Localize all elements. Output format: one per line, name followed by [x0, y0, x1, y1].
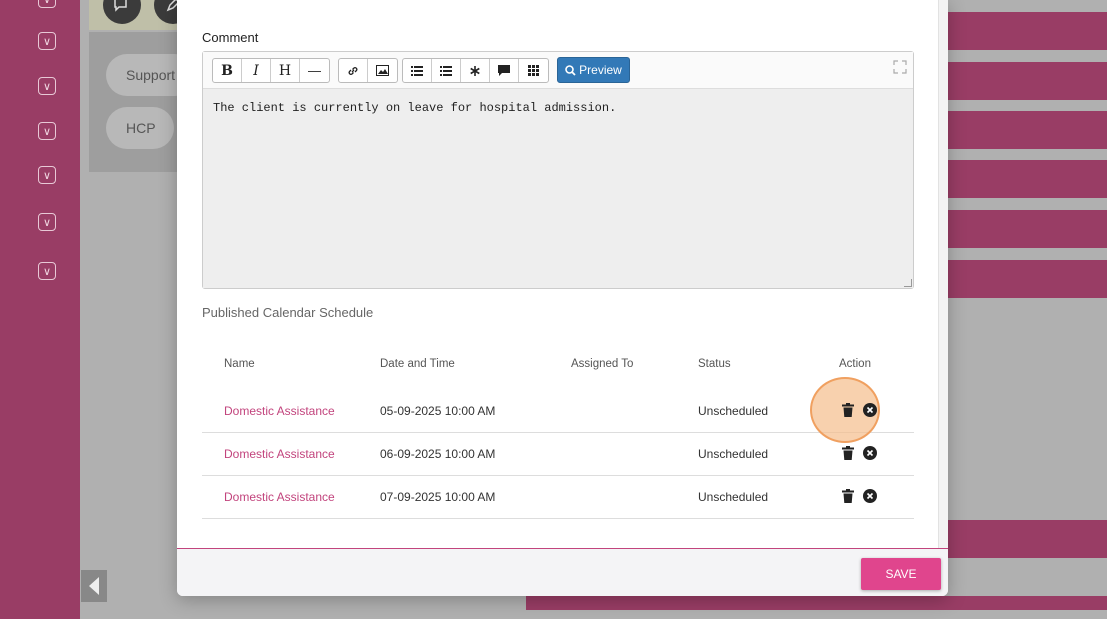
cancel-icon[interactable] [863, 446, 877, 460]
preview-label: Preview [579, 63, 622, 77]
chevron-down-icon[interactable]: ∨ [38, 0, 56, 8]
service-name-link[interactable]: Domestic Assistance [224, 490, 335, 504]
column-header-action: Action [839, 358, 871, 370]
column-header-assigned: Assigned To [571, 358, 634, 370]
resize-handle[interactable] [904, 279, 912, 287]
image-icon [376, 65, 389, 76]
comment-label: Comment [202, 30, 259, 45]
background-panel [89, 32, 189, 172]
bg-pill-hcp[interactable]: HCP [106, 107, 174, 149]
service-name-link[interactable]: Domestic Assistance [224, 447, 335, 461]
insert-group [338, 58, 398, 83]
background-row [948, 62, 1107, 100]
background-row [948, 12, 1107, 50]
markdown-editor: B I H — Preview The client is currently … [202, 51, 914, 289]
grid-icon [528, 65, 539, 76]
preview-button[interactable]: Preview [557, 57, 630, 83]
left-sidebar: ∨ ∨ ∨ ∨ ∨ ∨ ∨ [0, 0, 80, 619]
chevron-down-icon[interactable]: ∨ [38, 213, 56, 231]
chevron-down-icon[interactable]: ∨ [38, 262, 56, 280]
editor-toolbar: B I H — Preview [203, 52, 913, 89]
chevron-down-icon[interactable]: ∨ [38, 122, 56, 140]
image-button[interactable] [368, 59, 397, 82]
save-button[interactable]: SAVE [861, 558, 941, 590]
numbered-list-icon [440, 65, 452, 76]
horizontal-rule-button[interactable]: — [300, 59, 329, 82]
chevron-down-icon[interactable]: ∨ [38, 166, 56, 184]
column-header-name: Name [224, 358, 255, 370]
cancel-icon[interactable] [863, 489, 877, 503]
modal-footer: SAVE [177, 548, 948, 596]
schedule-section-title: Published Calendar Schedule [202, 305, 374, 320]
asterisk-icon [470, 65, 480, 76]
table-row: Domestic Assistance 07-09-2025 10:00 AM … [202, 476, 914, 519]
datetime-cell: 07-09-2025 10:00 AM [380, 490, 496, 504]
comment-textarea[interactable]: The client is currently on leave for hos… [203, 89, 913, 288]
bold-button[interactable]: B [213, 59, 242, 82]
background-bottom-bar [526, 596, 1107, 610]
service-name-link[interactable]: Domestic Assistance [224, 404, 335, 418]
datetime-cell: 06-09-2025 10:00 AM [380, 447, 496, 461]
column-header-status: Status [698, 358, 731, 370]
trash-icon[interactable] [842, 489, 854, 503]
link-button[interactable] [339, 59, 368, 82]
background-row [948, 210, 1107, 248]
table-row: Domestic Assistance 05-09-2025 10:00 AM … [202, 390, 914, 433]
quote-button[interactable] [490, 59, 519, 82]
background-row [948, 260, 1107, 298]
background-row [948, 520, 1107, 558]
column-header-datetime: Date and Time [380, 358, 455, 370]
status-cell: Unscheduled [698, 404, 769, 418]
chevron-down-icon[interactable]: ∨ [38, 77, 56, 95]
trash-icon[interactable] [842, 446, 854, 460]
cancel-icon[interactable] [863, 403, 877, 417]
comment-modal: Comment B I H — Preview The client is cu… [177, 0, 948, 596]
link-icon [348, 66, 358, 75]
table-button[interactable] [519, 59, 548, 82]
trash-icon[interactable] [842, 403, 854, 417]
status-cell: Unscheduled [698, 490, 769, 504]
search-icon [565, 64, 576, 76]
modal-scrollbar[interactable] [938, 0, 948, 548]
table-row: Domestic Assistance 06-09-2025 10:00 AM … [202, 433, 914, 476]
italic-button[interactable]: I [242, 59, 271, 82]
asterisk-button[interactable] [461, 59, 490, 82]
format-group: B I H — [212, 58, 330, 83]
collapse-arrow-icon[interactable] [81, 570, 107, 602]
bullet-list-icon [411, 65, 423, 76]
chevron-down-icon[interactable]: ∨ [38, 32, 56, 50]
heading-button[interactable]: H [271, 59, 300, 82]
status-cell: Unscheduled [698, 447, 769, 461]
comment-icon [498, 65, 510, 76]
fullscreen-icon[interactable] [893, 60, 907, 74]
background-row [948, 160, 1107, 198]
background-row [948, 111, 1107, 149]
bullet-list-button[interactable] [403, 59, 432, 82]
numbered-list-button[interactable] [432, 59, 461, 82]
datetime-cell: 05-09-2025 10:00 AM [380, 404, 496, 418]
block-group [402, 58, 549, 83]
